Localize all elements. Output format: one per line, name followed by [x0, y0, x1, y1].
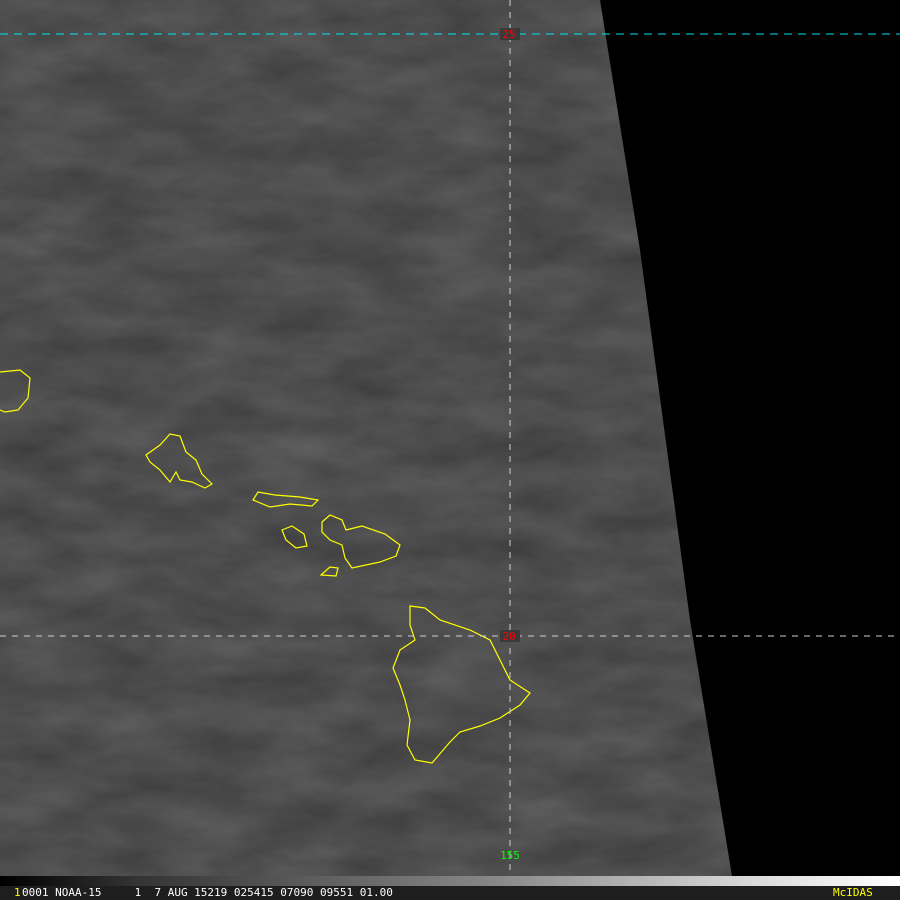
image-info: 0001 NOAA-15 1 7 AUG 15219 025415 07090 … [22, 886, 393, 899]
frame-number: 1 [14, 886, 21, 899]
latitude-label-25: 25 [502, 28, 515, 41]
latitude-label-20: 20 [502, 630, 515, 643]
mcidas-brand: McIDAS [833, 886, 873, 899]
longitude-label-155: 155 [500, 849, 520, 862]
status-bar: 1 0001 NOAA-15 1 7 AUG 15219 025415 0709… [0, 886, 900, 900]
satellite-viewer: 25 20 155 1 0001 NOAA-15 1 7 AUG 15219 0… [0, 0, 900, 900]
grayscale-color-bar [0, 876, 900, 886]
satellite-image: 25 20 155 [0, 0, 900, 876]
